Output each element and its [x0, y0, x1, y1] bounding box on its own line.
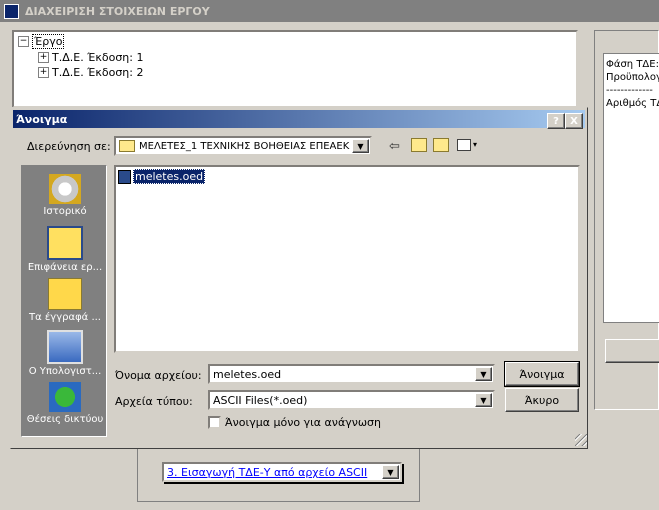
place-documents[interactable]: Τα έγγραφά ...: [22, 278, 108, 323]
import-method-value[interactable]: 3. Εισαγωγή ΤΔΕ-Υ από αρχείο ASCII: [167, 466, 367, 479]
details-text: Φάση ΤΔΕ: Προϋπολογ ------------- Αριθμό…: [603, 53, 659, 323]
tree-root-label[interactable]: Έργο: [32, 33, 65, 49]
main-window-titlebar: ΔΙΑΧΕΙΡΙΣΗ ΣΤΟΙΧΕΙΩΝ ΕΡΓΟΥ: [0, 0, 659, 22]
resize-grip[interactable]: [575, 434, 587, 446]
import-method-select[interactable]: 3. Εισαγωγή ΤΔΕ-Υ από αρχείο ASCII ▼: [162, 462, 402, 482]
expand-icon[interactable]: +: [38, 66, 49, 78]
phase-label: Φάση ΤΔΕ:: [606, 59, 659, 70]
dropdown-arrow-icon[interactable]: ▼: [475, 367, 492, 381]
tree-root[interactable]: − Έργο: [18, 33, 65, 49]
app-icon: [4, 3, 19, 19]
look-in-select[interactable]: ΜΕΛΕΤΕΣ_1 ΤΕΧΝΙΚΗΣ ΒΟΗΘΕΙΑΣ ΕΠΕΑΕΚ ▼: [114, 136, 372, 156]
view-dropdown-icon[interactable]: ▾: [473, 140, 477, 149]
desktop-icon: [47, 226, 83, 260]
place-history[interactable]: Ιστορικό: [22, 174, 108, 217]
separator-text: -------------: [606, 85, 653, 96]
import-options-frame: 3. Εισαγωγή ΤΔΕ-Υ από αρχείο ASCII ▼: [137, 448, 420, 502]
number-label: Αριθμός ΤΔ: [606, 98, 659, 109]
close-button[interactable]: X: [565, 113, 583, 129]
place-label: Ο Υπολογιστ...: [28, 366, 102, 377]
network-icon: [49, 382, 81, 412]
file-name[interactable]: meletes.oed: [133, 169, 206, 184]
project-tree[interactable]: − Έργο + Τ.Δ.Ε. Έκδοση: 1 + Τ.Δ.Ε. Έκδοσ…: [12, 30, 578, 108]
places-bar: Ιστορικό Επιφάνεια ερ... Τα έγγραφά ... …: [21, 165, 107, 437]
file-icon: [118, 169, 131, 184]
place-label: Επιφάνεια ερ...: [27, 262, 103, 273]
place-label: Θέσεις δικτύου: [26, 414, 104, 425]
view-menu-icon[interactable]: [457, 139, 471, 151]
collapse-icon[interactable]: −: [18, 35, 29, 47]
filetype-value[interactable]: ASCII Files(*.oed): [213, 394, 307, 407]
dialog-title: Άνοιγμα: [16, 112, 68, 126]
up-folder-icon[interactable]: [411, 138, 427, 152]
budget-label: Προϋπολογ: [606, 72, 659, 83]
tree-item-label[interactable]: Τ.Δ.Ε. Έκδοση: 2: [52, 66, 143, 79]
window-title: ΔΙΑΧΕΙΡΙΣΗ ΣΤΟΙΧΕΙΩΝ ΕΡΓΟΥ: [25, 4, 210, 18]
filename-input[interactable]: meletes.oed ▼: [208, 364, 495, 384]
folder-icon: [119, 140, 135, 152]
dropdown-arrow-icon[interactable]: ▼: [352, 139, 369, 153]
tree-item-edition-1[interactable]: + Τ.Δ.Ε. Έκδοση: 1: [38, 50, 143, 64]
file-item[interactable]: meletes.oed: [118, 169, 206, 184]
dropdown-arrow-icon[interactable]: ▼: [382, 465, 399, 479]
dropdown-arrow-icon[interactable]: ▼: [475, 393, 492, 407]
expand-icon[interactable]: +: [38, 51, 49, 63]
place-network[interactable]: Θέσεις δικτύου: [22, 382, 108, 425]
back-icon[interactable]: ⇦: [389, 139, 400, 154]
tree-item-label[interactable]: Τ.Δ.Ε. Έκδοση: 1: [52, 51, 143, 64]
filetype-label: Αρχεία τύπου:: [115, 395, 193, 408]
look-in-label: Διερεύνηση σε:: [27, 140, 111, 153]
new-folder-icon[interactable]: [433, 138, 449, 152]
place-my-computer[interactable]: Ο Υπολογιστ...: [22, 330, 108, 377]
readonly-checkbox[interactable]: [208, 416, 221, 429]
documents-folder-icon: [48, 278, 82, 310]
place-desktop[interactable]: Επιφάνεια ερ...: [22, 226, 108, 273]
place-label: Ιστορικό: [43, 206, 87, 217]
details-panel: Φάση ΤΔΕ: Προϋπολογ ------------- Αριθμό…: [594, 30, 659, 410]
filename-value[interactable]: meletes.oed: [213, 368, 281, 381]
place-label: Τα έγγραφά ...: [29, 312, 101, 323]
computer-icon: [47, 330, 83, 364]
file-list[interactable]: meletes.oed: [114, 165, 580, 353]
dialog-titlebar: Άνοιγμα ? X: [13, 110, 585, 129]
open-button[interactable]: Άνοιγμα: [504, 361, 580, 387]
history-icon: [49, 174, 81, 204]
open-file-dialog: Άνοιγμα ? X Διερεύνηση σε: ΜΕΛΕΤΕΣ_1 ΤΕΧ…: [10, 107, 588, 449]
filetype-select[interactable]: ASCII Files(*.oed) ▼: [208, 390, 495, 410]
cancel-button[interactable]: Άκυρο: [505, 388, 579, 412]
details-button[interactable]: [605, 339, 659, 363]
tree-item-edition-2[interactable]: + Τ.Δ.Ε. Έκδοση: 2: [38, 65, 143, 79]
help-button[interactable]: ?: [547, 113, 565, 129]
readonly-checkbox-row[interactable]: Άνοιγμα μόνο για ανάγνωση: [208, 416, 381, 429]
look-in-value: ΜΕΛΕΤΕΣ_1 ΤΕΧΝΙΚΗΣ ΒΟΗΘΕΙΑΣ ΕΠΕΑΕΚ: [139, 140, 350, 152]
filename-label: Όνομα αρχείου:: [115, 369, 202, 382]
readonly-label: Άνοιγμα μόνο για ανάγνωση: [225, 416, 382, 429]
